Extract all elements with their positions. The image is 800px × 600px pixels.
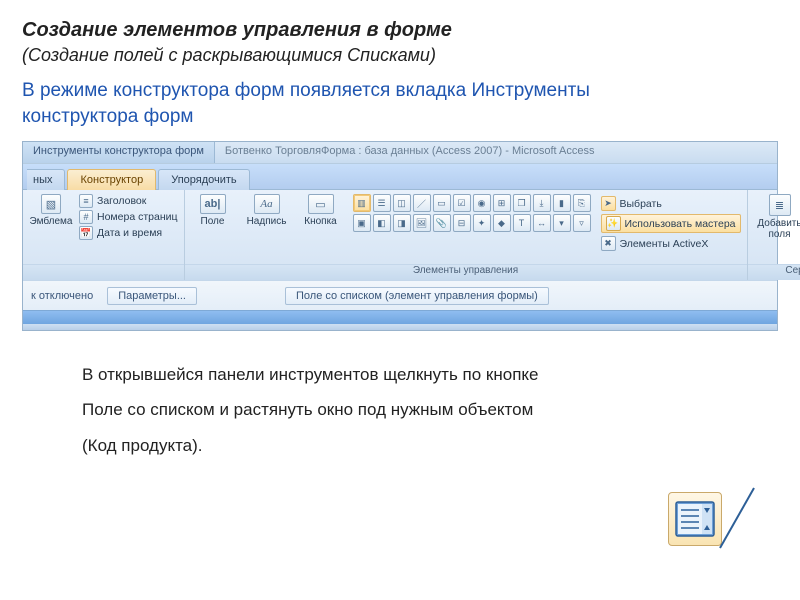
- select-label: Выбрать: [620, 198, 662, 210]
- activex-label: Элементы ActiveX: [620, 238, 709, 250]
- line-icon[interactable]: ／: [413, 194, 431, 212]
- body-line-2: Поле со списком и растянуть окно под нуж…: [82, 396, 642, 423]
- pagebreak-icon[interactable]: ⤓: [533, 194, 551, 212]
- image-icon: ▧: [41, 194, 61, 214]
- checkbox-icon[interactable]: ☑: [453, 194, 471, 212]
- combobox-icon[interactable]: ▥: [353, 194, 371, 212]
- access-ribbon-screenshot: Инструменты конструктора форм Ботвенко Т…: [22, 141, 778, 331]
- slide-title: Создание элементов управления в форме: [22, 18, 778, 43]
- datetime-button[interactable]: 📅 Дата и время: [79, 226, 178, 240]
- emblem-button[interactable]: ▧ Эмблема: [29, 194, 73, 227]
- toggle-icon[interactable]: ⊞: [493, 194, 511, 212]
- window-title: Ботвенко ТорговляФорма : база данных (Ac…: [215, 142, 777, 163]
- slide-subtitle: (Создание полей с раскрывающимися Списка…: [22, 45, 778, 66]
- title-icon[interactable]: T: [513, 214, 531, 232]
- controls-gallery: ▥ ☰ ◫ ／ ▭ ☑ ◉ ⊞ ❐ ⤓ ▮ ⎘ ▣ ◧: [353, 194, 591, 232]
- body-line-1: В открывшейся панели инструментов щелкну…: [82, 361, 642, 388]
- group-label-controls: Элементы управления: [185, 264, 747, 280]
- subform-icon[interactable]: ◫: [393, 194, 411, 212]
- logo-icon[interactable]: ◆: [493, 214, 511, 232]
- msgbar-text: к отключено: [31, 290, 93, 302]
- combobox-large-icon: [668, 482, 760, 560]
- context-tab-title: Инструменты конструктора форм: [23, 142, 215, 163]
- group-icon[interactable]: ⊟: [453, 214, 471, 232]
- decor-bar: [23, 310, 777, 324]
- textbox-icon: ab|: [200, 194, 226, 214]
- tooltip-combobox: Поле со списком (элемент управления форм…: [285, 287, 549, 305]
- label-button[interactable]: Aa Надпись: [245, 194, 289, 227]
- pages-label: Номера страниц: [97, 211, 178, 223]
- smart-icon[interactable]: ✦: [473, 214, 491, 232]
- more-icon[interactable]: ▾: [553, 214, 571, 232]
- hash-icon: #: [79, 210, 93, 224]
- params-button[interactable]: Параметры...: [107, 287, 197, 305]
- chart-icon[interactable]: ▮: [553, 194, 571, 212]
- label-icon: Aa: [254, 194, 280, 214]
- listbox-icon[interactable]: ☰: [373, 194, 391, 212]
- intro-text: В режиме конструктора форм появляется вк…: [22, 78, 662, 129]
- add-fields-icon: ≣: [769, 194, 791, 216]
- header-label: Заголовок: [97, 195, 146, 207]
- attach-icon[interactable]: 📎: [433, 214, 451, 232]
- label-text: Надпись: [247, 216, 287, 227]
- datetime-label: Дата и время: [97, 227, 162, 239]
- header-button[interactable]: ≡ Заголовок: [79, 194, 178, 208]
- add-fields-button[interactable]: ≣ Добавить поля: [754, 194, 800, 240]
- group-label-blank: [23, 264, 184, 280]
- use-wizard-button[interactable]: ✨ Использовать мастера: [601, 214, 741, 233]
- wizard-label: Использовать мастера: [625, 218, 736, 230]
- cursor-icon: ➤: [601, 196, 616, 211]
- expand-icon[interactable]: ▿: [573, 214, 591, 232]
- unbound-icon[interactable]: ◧: [373, 214, 391, 232]
- decor-bar-2: [23, 324, 777, 330]
- wand-icon: ✨: [606, 216, 621, 231]
- frame-icon[interactable]: ▣: [353, 214, 371, 232]
- tab-constructor[interactable]: Конструктор: [67, 169, 156, 190]
- line-tool-icon: [714, 482, 760, 556]
- rectangle-icon[interactable]: ▭: [433, 194, 451, 212]
- cmdbutton-button[interactable]: ▭ Кнопка: [299, 194, 343, 227]
- calendar-icon: 📅: [79, 226, 93, 240]
- body-line-3: (Код продукта).: [82, 432, 642, 459]
- activex-button[interactable]: ✖ Элементы ActiveX: [601, 236, 741, 251]
- field-label: Поле: [201, 216, 225, 227]
- activex-icon: ✖: [601, 236, 616, 251]
- emblem-label: Эмблема: [30, 216, 73, 227]
- tab-prev-cut[interactable]: ных: [27, 169, 65, 190]
- body-paragraph: В открывшейся панели инструментов щелкну…: [82, 361, 642, 459]
- group-label-service: Сервис: [748, 264, 800, 280]
- header-icon: ≡: [79, 194, 93, 208]
- image2-icon[interactable]: 🖼: [413, 214, 431, 232]
- combobox-glyph-icon: [674, 498, 716, 540]
- option-icon[interactable]: ◉: [473, 194, 491, 212]
- textbox-button[interactable]: ab| Поле: [191, 194, 235, 227]
- page-numbers-button[interactable]: # Номера страниц: [79, 210, 178, 224]
- button-label: Кнопка: [304, 216, 336, 227]
- button-icon: ▭: [308, 194, 334, 214]
- tab-arrange[interactable]: Упорядочить: [158, 169, 249, 190]
- add-fields-label: Добавить поля: [754, 218, 800, 240]
- bound-icon[interactable]: ◨: [393, 214, 411, 232]
- tab-icon[interactable]: ❐: [513, 194, 531, 212]
- select-tool-button[interactable]: ➤ Выбрать: [601, 196, 741, 211]
- hyperlink-icon[interactable]: ⎘: [573, 194, 591, 212]
- nav-icon[interactable]: ↔: [533, 214, 551, 232]
